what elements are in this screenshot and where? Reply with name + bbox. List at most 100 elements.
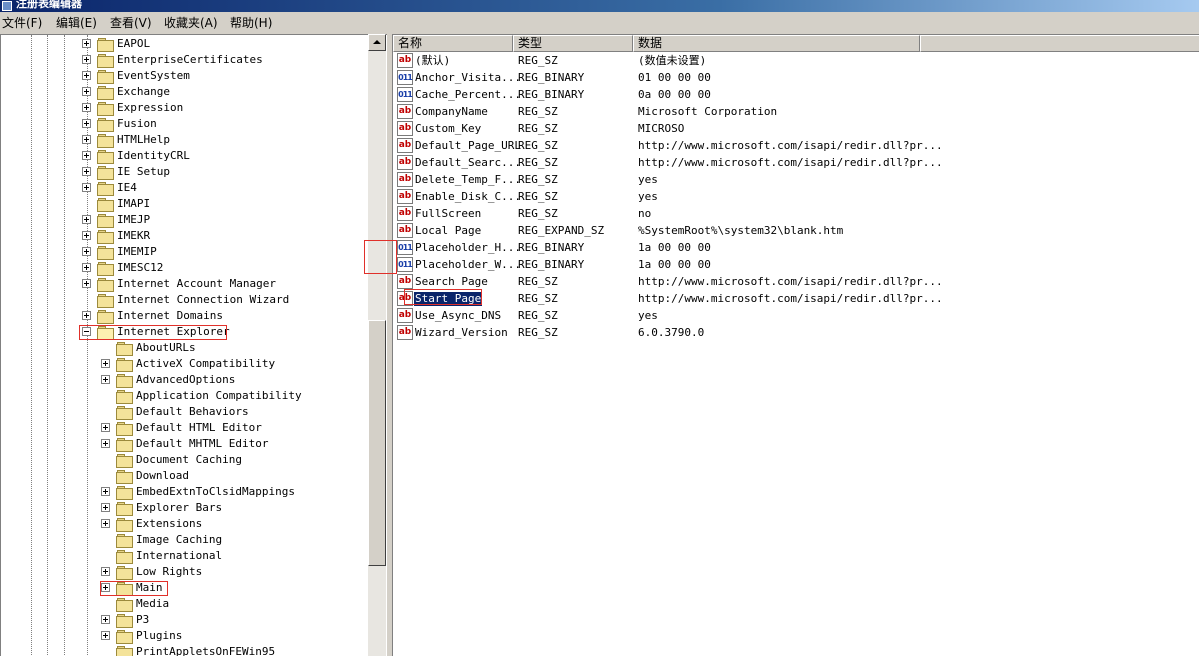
tree-item[interactable]: AdvancedOptions xyxy=(1,372,367,388)
tree-item[interactable]: Exchange xyxy=(1,84,367,100)
value-row[interactable]: ab Use_Async_DNS REG_SZ yes xyxy=(393,307,1193,324)
value-row[interactable]: ab Start Page REG_SZ http://www.microsoft.c… xyxy=(393,290,1193,307)
registry-key-tree[interactable]: EAPOL EnterpriseCertificates EventSystem Ex… xyxy=(0,34,387,656)
expand-plus-icon[interactable] xyxy=(101,567,110,576)
scroll-up-arrow-icon[interactable] xyxy=(368,34,386,51)
tree-item[interactable]: EnterpriseCertificates xyxy=(1,52,367,68)
column-header-name[interactable]: 名称 xyxy=(393,35,513,52)
tree-item[interactable]: EAPOL xyxy=(1,36,367,52)
tree-item[interactable]: EmbedExtnToClsidMappings xyxy=(1,484,367,500)
tree-item[interactable]: Fusion xyxy=(1,116,367,132)
value-row[interactable]: ab (默认) REG_SZ (数值未设置) xyxy=(393,52,1193,69)
tree-item[interactable]: IMEKR xyxy=(1,228,367,244)
tree-item[interactable]: HTMLHelp xyxy=(1,132,367,148)
expand-plus-icon[interactable] xyxy=(82,247,91,256)
tree-item[interactable]: Application Compatibility xyxy=(1,388,367,404)
tree-item[interactable]: Internet Domains xyxy=(1,308,367,324)
expand-plus-icon[interactable] xyxy=(82,167,91,176)
expand-plus-icon[interactable] xyxy=(101,375,110,384)
tree-item[interactable]: International xyxy=(1,548,367,564)
expand-plus-icon[interactable] xyxy=(101,631,110,640)
column-header-type[interactable]: 类型 xyxy=(513,35,633,52)
expand-plus-icon[interactable] xyxy=(82,103,91,112)
value-row[interactable]: ab Custom_Key REG_SZ MICROSO xyxy=(393,120,1193,137)
expand-plus-icon[interactable] xyxy=(101,439,110,448)
expand-plus-icon[interactable] xyxy=(101,423,110,432)
expand-plus-icon[interactable] xyxy=(101,487,110,496)
menu-view[interactable]: 查看(V) xyxy=(110,15,152,31)
tree-item[interactable]: IMESC12 xyxy=(1,260,367,276)
expand-plus-icon[interactable] xyxy=(101,503,110,512)
expand-plus-icon[interactable] xyxy=(101,519,110,528)
value-row[interactable]: ab CompanyName REG_SZ Microsoft Corporation xyxy=(393,103,1193,120)
tree-item[interactable]: IE Setup xyxy=(1,164,367,180)
menu-favorites[interactable]: 收藏夹(A) xyxy=(164,15,218,31)
tree-item[interactable]: Default MHTML Editor xyxy=(1,436,367,452)
value-row[interactable]: ab Wizard_Version REG_SZ 6.0.3790.0 xyxy=(393,324,1193,341)
tree-item[interactable]: Internet Connection Wizard xyxy=(1,292,367,308)
expand-plus-icon[interactable] xyxy=(101,359,110,368)
expand-plus-icon[interactable] xyxy=(101,615,110,624)
tree-item[interactable]: Plugins xyxy=(1,628,367,644)
tree-item[interactable]: Internet Explorer xyxy=(1,324,367,340)
menu-file[interactable]: 文件(F) xyxy=(2,15,42,31)
tree-item[interactable]: Document Caching xyxy=(1,452,367,468)
tree-item[interactable]: ActiveX Compatibility xyxy=(1,356,367,372)
expand-plus-icon[interactable] xyxy=(82,231,91,240)
menu-edit[interactable]: 编辑(E) xyxy=(56,15,97,31)
tree-item[interactable]: AboutURLs xyxy=(1,340,367,356)
tree-item[interactable]: Default HTML Editor xyxy=(1,420,367,436)
value-row[interactable]: 011 Anchor_Visita... REG_BINARY 01 00 00 00 xyxy=(393,69,1193,86)
tree-item[interactable]: IE4 xyxy=(1,180,367,196)
expand-plus-icon[interactable] xyxy=(82,279,91,288)
value-row[interactable]: 011 Cache_Percent... REG_BINARY 0a 00 00 00 xyxy=(393,86,1193,103)
tree-item[interactable]: Default Behaviors xyxy=(1,404,367,420)
tree-item[interactable]: EventSystem xyxy=(1,68,367,84)
tree-item[interactable]: P3 xyxy=(1,612,367,628)
menu-help[interactable]: 帮助(H) xyxy=(230,15,272,31)
tree-scrollbar[interactable] xyxy=(368,34,386,656)
expand-plus-icon[interactable] xyxy=(82,151,91,160)
value-row[interactable]: 011 Placeholder_H... REG_BINARY 1a 00 00 00 xyxy=(393,239,1193,256)
expand-plus-icon[interactable] xyxy=(82,263,91,272)
registry-value-list[interactable]: 名称 类型 数据 ab (默认) REG_SZ (数值未设置) 011 Anchor_Vi… xyxy=(392,34,1199,656)
expand-plus-icon[interactable] xyxy=(101,583,110,592)
value-row[interactable]: ab Local Page REG_EXPAND_SZ %SystemRoot%\sy… xyxy=(393,222,1193,239)
expand-plus-icon[interactable] xyxy=(82,71,91,80)
value-row[interactable]: ab Search Page REG_SZ http://www.microsoft.… xyxy=(393,273,1193,290)
tree-item[interactable]: Image Caching xyxy=(1,532,367,548)
tree-item[interactable]: Download xyxy=(1,468,367,484)
tree-item[interactable]: Explorer Bars xyxy=(1,500,367,516)
expand-plus-icon[interactable] xyxy=(82,135,91,144)
tree-item[interactable]: Main xyxy=(1,580,367,596)
column-header-data[interactable]: 数据 xyxy=(633,35,920,52)
scroll-thumb[interactable] xyxy=(368,320,386,566)
value-row[interactable]: ab Delete_Temp_F... REG_SZ yes xyxy=(393,171,1193,188)
tree-item-label: Image Caching xyxy=(136,533,223,546)
expand-plus-icon[interactable] xyxy=(82,183,91,192)
expand-plus-icon[interactable] xyxy=(82,55,91,64)
tree-item[interactable]: Media xyxy=(1,596,367,612)
tree-item[interactable]: Extensions xyxy=(1,516,367,532)
value-row[interactable]: 011 Placeholder_W... REG_BINARY 1a 00 00 00 xyxy=(393,256,1193,273)
tree-item[interactable]: Internet Account Manager xyxy=(1,276,367,292)
tree-item[interactable]: PrintAppletsOnFEWin95 xyxy=(1,644,367,656)
collapse-minus-icon[interactable] xyxy=(82,327,91,336)
expand-plus-icon[interactable] xyxy=(82,87,91,96)
tree-item[interactable]: IMEMIP xyxy=(1,244,367,260)
expand-plus-icon[interactable] xyxy=(82,215,91,224)
expand-plus-icon[interactable] xyxy=(82,39,91,48)
value-row[interactable]: ab Default_Searc... REG_SZ http://www.micro… xyxy=(393,154,1193,171)
tree-item[interactable]: IMEJP xyxy=(1,212,367,228)
value-row[interactable]: ab FullScreen REG_SZ no xyxy=(393,205,1193,222)
tree-item[interactable]: Low Rights xyxy=(1,564,367,580)
tree-item[interactable]: IMAPI xyxy=(1,196,367,212)
value-row[interactable]: ab Default_Page_URL REG_SZ http://www.micro… xyxy=(393,137,1193,154)
tree-item[interactable]: Expression xyxy=(1,100,367,116)
expand-plus-icon[interactable] xyxy=(82,119,91,128)
value-type: REG_SZ xyxy=(518,139,558,152)
value-type: REG_EXPAND_SZ xyxy=(518,224,605,237)
value-row[interactable]: ab Enable_Disk_C... REG_SZ yes xyxy=(393,188,1193,205)
tree-item[interactable]: IdentityCRL xyxy=(1,148,367,164)
expand-plus-icon[interactable] xyxy=(82,311,91,320)
